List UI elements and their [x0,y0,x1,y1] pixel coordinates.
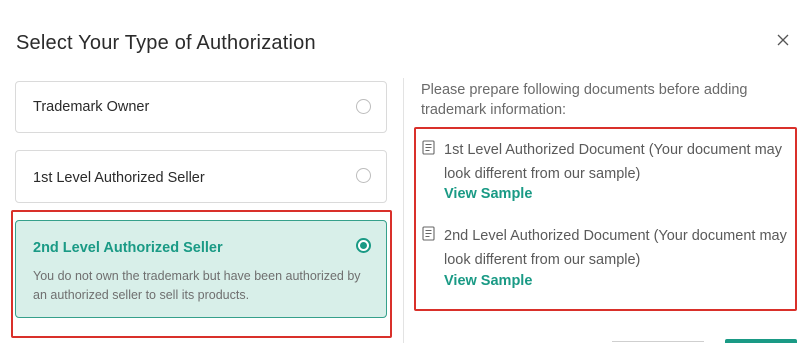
view-sample-link[interactable]: View Sample [444,186,532,202]
document-icon [422,226,435,246]
document-icon [422,140,435,160]
option-label: Trademark Owner [33,99,150,115]
view-sample-link[interactable]: View Sample [444,273,532,289]
document-name: 1st Level Authorized Document (Your docu… [444,142,782,182]
documents-intro: Please prepare following documents befor… [421,82,748,118]
option-description: You do not own the trademark but have be… [33,269,361,302]
option-1st-level-authorized-seller[interactable]: 1st Level Authorized Seller [15,150,387,203]
footer-button-edge[interactable] [612,341,704,342]
document-item: 1st Level Authorized Document (Your docu… [422,138,792,208]
document-name: 2nd Level Authorized Document (Your docu… [444,228,787,268]
radio-button[interactable] [356,99,371,114]
option-label: 1st Level Authorized Seller [33,170,205,186]
footer-primary-button-edge[interactable] [725,339,797,343]
document-item: 2nd Level Authorized Document (Your docu… [422,224,792,294]
radio-button[interactable] [356,168,371,183]
option-trademark-owner[interactable]: Trademark Owner [15,81,387,133]
close-icon[interactable] [776,33,790,47]
panel-divider [403,78,404,343]
option-label: 2nd Level Authorized Seller [33,240,223,256]
radio-button-selected[interactable] [356,238,371,253]
option-2nd-level-authorized-seller[interactable]: 2nd Level Authorized Seller You do not o… [15,220,387,318]
dialog-title: Select Your Type of Authorization [16,32,316,54]
